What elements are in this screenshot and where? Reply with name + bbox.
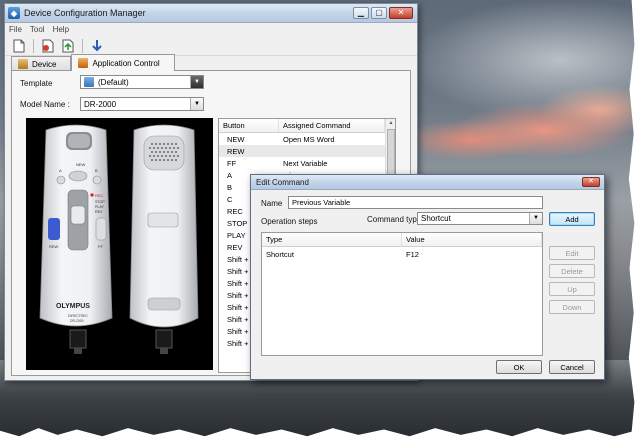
dialog-close-button[interactable]: ✕: [582, 177, 600, 187]
step-value-cell: F12: [406, 249, 419, 259]
add-button[interactable]: Add: [549, 212, 595, 226]
assigned-command-cell: Open MS Word: [283, 134, 335, 144]
device-label-ff: FF: [98, 244, 103, 249]
tab-application-control[interactable]: Application Control: [71, 54, 175, 71]
chevron-down-icon: ▼: [529, 213, 542, 224]
assigned-command-cell: Next Variable: [283, 158, 328, 168]
device-tab-icon: [18, 59, 28, 69]
device-label-rev: REV: [95, 210, 103, 214]
device-model-text: DR-2000: [70, 319, 84, 323]
edit-command-dialog: Edit Command ✕ Name Previous Variable Op…: [250, 174, 605, 380]
application-tab-icon: [78, 58, 89, 68]
edit-button[interactable]: Edit: [549, 246, 595, 260]
import-button[interactable]: [60, 38, 76, 54]
import-icon: [62, 39, 74, 52]
template-label: Template: [20, 79, 53, 88]
operation-steps-list[interactable]: Type Value Shortcut F12: [261, 232, 543, 356]
device-label-play: PLAY: [95, 205, 105, 209]
column-header-type[interactable]: Type: [262, 233, 402, 246]
name-input-value: Previous Variable: [292, 198, 351, 207]
device-label-new: NEW: [76, 162, 86, 167]
new-file-icon: [13, 39, 25, 52]
device-label-a: A: [59, 168, 62, 173]
tab-device[interactable]: Device: [11, 56, 72, 71]
menu-file[interactable]: File: [9, 25, 22, 34]
open-file-icon: [42, 39, 54, 52]
delete-button[interactable]: Delete: [549, 264, 595, 278]
menu-tool[interactable]: Tool: [30, 25, 45, 34]
button-name-cell: FF: [227, 158, 237, 168]
device-subtext: DIRECTREC: [68, 314, 88, 318]
template-icon: [84, 77, 94, 87]
dictation-device-illustration: NEW A B REC STOP PLAY REV REW FF OLYMPUS…: [39, 124, 199, 354]
device-label-stop: STOP: [95, 200, 105, 204]
device-brand: OLYMPUS: [56, 303, 90, 310]
maximize-button[interactable]: ▢: [371, 7, 387, 19]
dialog-title: Edit Command: [256, 177, 309, 187]
column-header-value[interactable]: Value: [402, 233, 542, 246]
column-header-assigned-command[interactable]: Assigned Command: [279, 119, 385, 132]
name-label: Name: [261, 199, 283, 208]
tab-application-control-label: Application Control: [92, 58, 160, 68]
button-list-row[interactable]: NEW Open MS Word: [219, 133, 395, 145]
button-name-cell: NEW: [227, 134, 245, 144]
down-button[interactable]: Down: [549, 300, 595, 314]
toolbar: [5, 36, 417, 56]
new-file-button[interactable]: [11, 38, 27, 54]
scroll-up-icon[interactable]: ▲: [386, 119, 395, 128]
menubar: File Tool Help: [5, 23, 417, 36]
device-label-rew: REW: [49, 244, 59, 249]
step-type-cell: Shortcut: [266, 249, 294, 259]
tab-strip: Device Application Control: [11, 54, 175, 71]
chevron-down-icon: ▼: [190, 76, 203, 88]
model-name-value: DR-2000: [84, 99, 117, 109]
toolbar-separator: [33, 38, 34, 53]
template-value: (Default): [98, 77, 129, 87]
button-list-header: Button Assigned Command: [219, 119, 395, 133]
minimize-button[interactable]: ▁: [353, 7, 369, 19]
menu-help[interactable]: Help: [53, 25, 69, 34]
device-image: NEW A B REC STOP PLAY REV REW FF OLYMPUS…: [26, 118, 213, 370]
close-button[interactable]: ✕: [389, 7, 413, 19]
template-select[interactable]: (Default) ▼: [80, 75, 204, 89]
download-arrow-icon: [92, 39, 102, 51]
operation-steps-label: Operation steps: [261, 217, 318, 226]
model-name-select[interactable]: DR-2000 ▼: [80, 97, 204, 111]
model-name-label: Model Name :: [20, 100, 70, 109]
window-controls: ▁ ▢ ✕: [353, 7, 413, 19]
up-button[interactable]: Up: [549, 282, 595, 296]
toolbar-separator: [82, 38, 83, 53]
cancel-button[interactable]: Cancel: [549, 360, 595, 374]
command-type-label: Command type: [367, 215, 422, 224]
chevron-down-icon: ▼: [190, 98, 203, 110]
download-button[interactable]: [89, 38, 105, 54]
button-list-row[interactable]: FF Next Variable: [219, 157, 395, 169]
window-title: Device Configuration Manager: [24, 8, 146, 18]
open-button[interactable]: [40, 38, 56, 54]
dialog-titlebar[interactable]: Edit Command ✕: [251, 175, 604, 190]
scrollbar-thumb[interactable]: [387, 129, 395, 179]
ok-button[interactable]: OK: [496, 360, 542, 374]
column-header-button[interactable]: Button: [219, 119, 279, 132]
device-label-rec: REC: [95, 193, 104, 198]
main-titlebar[interactable]: ◆ Device Configuration Manager ▁ ▢ ✕: [5, 4, 417, 23]
steps-list-header: Type Value: [262, 233, 542, 247]
device-label-b: B: [95, 168, 98, 173]
command-type-select[interactable]: Shortcut ▼: [417, 212, 543, 225]
command-type-value: Shortcut: [421, 214, 451, 223]
app-icon: ◆: [8, 7, 20, 19]
tab-device-label: Device: [32, 59, 57, 69]
button-list-row[interactable]: REW: [219, 145, 395, 157]
assigned-command-cell: [279, 145, 379, 157]
steps-list-row[interactable]: Shortcut F12: [262, 247, 542, 261]
name-input[interactable]: Previous Variable: [288, 196, 543, 209]
button-name-cell: REW: [227, 146, 245, 156]
